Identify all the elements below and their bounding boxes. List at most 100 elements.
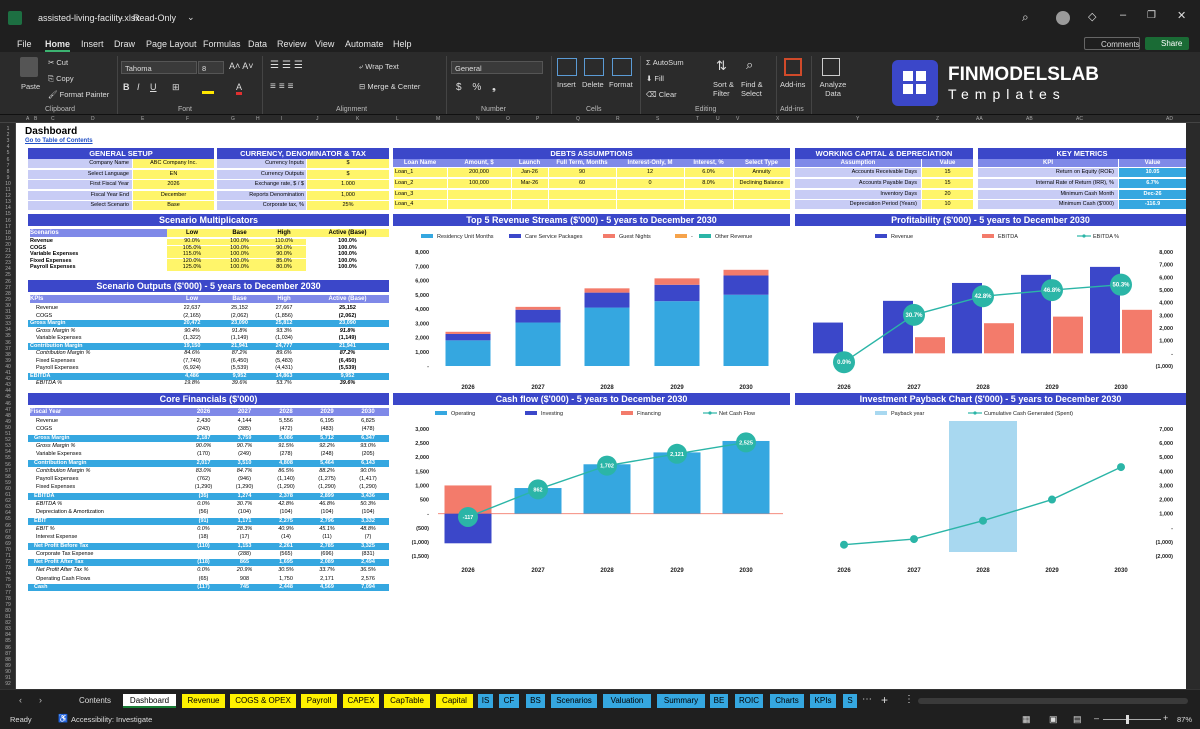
column-header-U[interactable]: U	[716, 116, 720, 122]
currency-value[interactable]: 1.000	[307, 182, 389, 188]
more-tabs-icon[interactable]: ⋯	[862, 694, 872, 705]
currency-value[interactable]: 25%	[307, 203, 389, 209]
column-header-J[interactable]: J	[316, 116, 319, 122]
sheet-tab-revenue[interactable]: Revenue	[182, 694, 225, 708]
row-number[interactable]: 57	[0, 468, 16, 474]
debts-cell[interactable]: 0	[618, 180, 682, 187]
debts-cell[interactable]: Mar-26	[513, 180, 546, 187]
row-number[interactable]: 65	[0, 516, 16, 522]
analyze-data-button[interactable]: Analyze Data	[818, 80, 848, 98]
autosum-button[interactable]: Σ AutoSum	[646, 58, 684, 67]
comments-button[interactable]: Comments	[1084, 37, 1140, 50]
page-layout-icon[interactable]: ▣	[1049, 714, 1058, 725]
row-number[interactable]: 87	[0, 651, 16, 657]
general-value[interactable]: Base	[133, 203, 214, 209]
insert-icon[interactable]	[557, 58, 577, 76]
general-value[interactable]: 2026	[133, 182, 214, 188]
column-header-M[interactable]: M	[436, 116, 440, 122]
row-number[interactable]: 70	[0, 547, 16, 553]
column-header-B[interactable]: B	[34, 116, 37, 122]
wc-value[interactable]: 10	[922, 202, 973, 208]
fill-color-icon[interactable]	[202, 83, 214, 94]
row-number[interactable]: 81	[0, 614, 16, 620]
debts-cell[interactable]: Jan-26	[513, 169, 546, 176]
row-number[interactable]: 60	[0, 486, 16, 492]
row-number[interactable]: 26	[0, 279, 16, 285]
row-number[interactable]: 27	[0, 285, 16, 291]
debts-cell[interactable]: 200,000	[449, 169, 509, 176]
column-header-N[interactable]: N	[476, 116, 480, 122]
row-number[interactable]: 18	[0, 230, 16, 236]
sheet-tab-capex[interactable]: CAPEX	[343, 694, 379, 708]
row-number[interactable]: 30	[0, 303, 16, 309]
italic-icon[interactable]: I	[137, 82, 140, 92]
currency-value[interactable]: $	[307, 160, 389, 167]
zoom-slider-thumb[interactable]	[1126, 715, 1129, 724]
debts-cell-bg[interactable]	[616, 189, 684, 199]
row-number[interactable]: 14	[0, 205, 16, 211]
row-number[interactable]: 24	[0, 266, 16, 272]
menu-data[interactable]: Data	[248, 39, 267, 49]
row-number[interactable]: 68	[0, 535, 16, 541]
close-icon[interactable]: ✕	[1177, 9, 1186, 22]
minimize-icon[interactable]: –	[1120, 9, 1126, 21]
debts-cell[interactable]: 100,000	[449, 180, 509, 187]
delete-button[interactable]: Delete	[582, 80, 604, 89]
zoom-slider[interactable]	[1103, 719, 1161, 720]
debts-cell-bg[interactable]	[684, 200, 733, 210]
column-header-AA[interactable]: AA	[976, 116, 983, 122]
format-icon[interactable]	[612, 58, 632, 76]
sheet-tab-charts[interactable]: Charts	[770, 694, 804, 708]
debts-cell[interactable]: Loan_3	[395, 191, 445, 198]
column-header-D[interactable]: D	[91, 116, 95, 122]
row-number[interactable]: 21	[0, 248, 16, 254]
column-header-O[interactable]: O	[506, 116, 510, 122]
row-number[interactable]: 12	[0, 193, 16, 199]
borders-icon[interactable]: ⊞	[172, 82, 180, 93]
row-number[interactable]: 23	[0, 260, 16, 266]
row-number[interactable]: 8	[0, 169, 16, 175]
multiplier-cell[interactable]: 80.0%	[262, 265, 306, 272]
row-number[interactable]: 19	[0, 236, 16, 242]
menu-review[interactable]: Review	[277, 39, 307, 49]
row-number[interactable]: 4	[0, 144, 16, 150]
sheet-tab-cogs-opex[interactable]: COGS & OPEX	[230, 694, 296, 708]
row-number[interactable]: 71	[0, 553, 16, 559]
debts-cell[interactable]: 6.0%	[686, 169, 731, 176]
general-value[interactable]: EN	[133, 171, 214, 178]
row-number[interactable]: 62	[0, 498, 16, 504]
debts-cell[interactable]: Loan_1	[395, 169, 445, 176]
row-number[interactable]: 1	[0, 126, 16, 132]
row-number[interactable]: 69	[0, 541, 16, 547]
column-header-H[interactable]: H	[256, 116, 260, 122]
debts-cell-bg[interactable]	[447, 189, 511, 199]
row-number[interactable]: 3	[0, 138, 16, 144]
column-header-G[interactable]: G	[231, 116, 235, 122]
merge-center-button[interactable]: ⊟ Merge & Center	[359, 82, 420, 91]
page-break-icon[interactable]: ▤	[1073, 714, 1082, 725]
row-number[interactable]: 44	[0, 388, 16, 394]
row-number[interactable]: 53	[0, 443, 16, 449]
sheet-tab-valuation[interactable]: Valuation	[603, 694, 651, 708]
cut-button[interactable]: ✂ Cut	[48, 58, 68, 67]
column-header-AB[interactable]: AB	[1026, 116, 1033, 122]
column-header-F[interactable]: F	[186, 116, 189, 122]
row-number[interactable]: 45	[0, 394, 16, 400]
column-header-C[interactable]: C	[51, 116, 55, 122]
column-header-P[interactable]: P	[536, 116, 539, 122]
row-number[interactable]: 33	[0, 321, 16, 327]
currency-value[interactable]: $	[307, 171, 389, 178]
row-number[interactable]: 6	[0, 157, 16, 163]
row-number[interactable]: 48	[0, 413, 16, 419]
column-header-E[interactable]: E	[141, 116, 144, 122]
paste-icon[interactable]	[20, 57, 38, 77]
row-number[interactable]: 46	[0, 401, 16, 407]
menu-page-layout[interactable]: Page Layout	[146, 39, 197, 49]
debts-cell-bg[interactable]	[548, 200, 616, 210]
column-header-L[interactable]: L	[396, 116, 399, 122]
row-number[interactable]: 2	[0, 132, 16, 138]
sheet-tab-be[interactable]: BE	[710, 694, 728, 708]
fill-button[interactable]: ⬇ Fill	[646, 74, 664, 83]
debts-cell-bg[interactable]	[511, 189, 548, 199]
debts-cell[interactable]: Loan_2	[395, 180, 445, 187]
